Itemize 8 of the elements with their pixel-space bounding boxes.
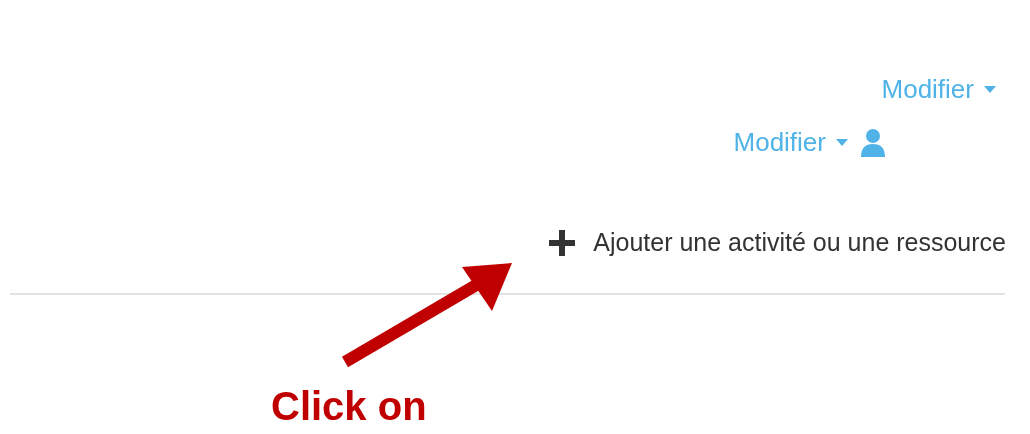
add-activity-link[interactable]: Ajouter une activité ou une ressource [549,228,1006,257]
edit-menu-link[interactable]: Modifier [733,127,848,158]
annotation-text: Click on [271,384,427,428]
caret-icon [984,86,996,93]
edit-menu-link[interactable]: Modifier [881,74,996,105]
plus-icon [549,229,576,256]
user-icon[interactable] [860,128,886,157]
caret-icon [836,139,848,146]
